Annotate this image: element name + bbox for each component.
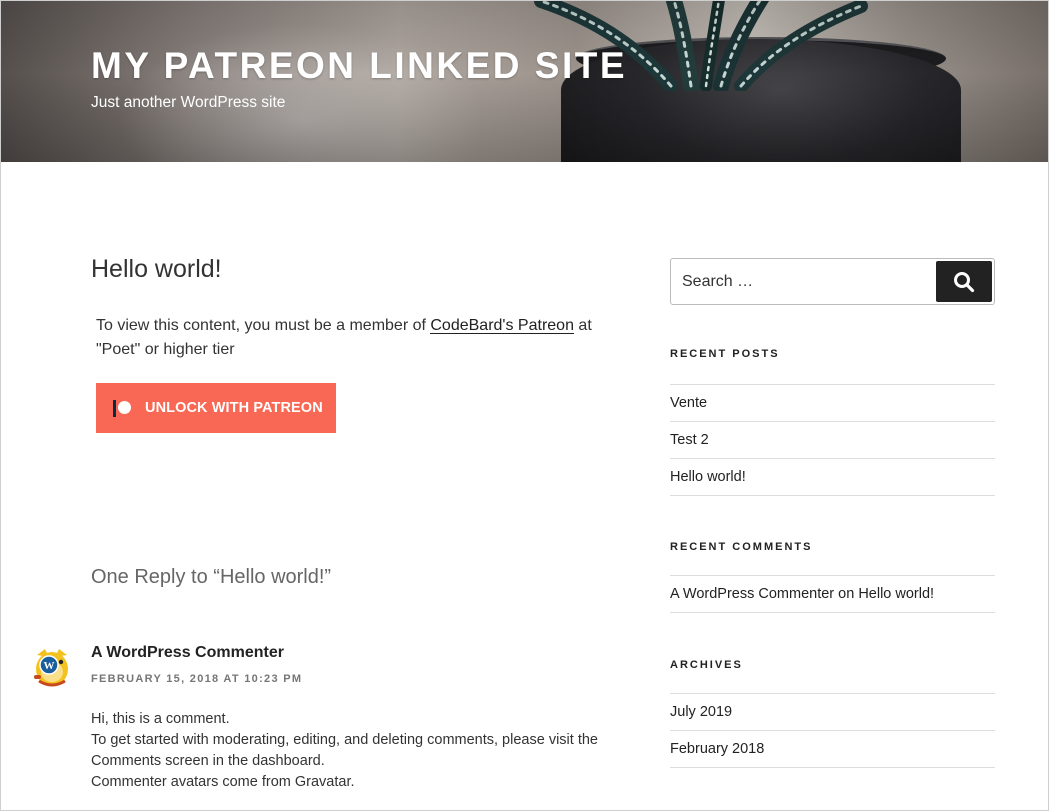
recent-comments-title: RECENT COMMENTS <box>670 541 813 553</box>
recent-post-item: Hello world! <box>670 458 995 496</box>
recent-post-item: Vente <box>670 384 995 421</box>
recent-comment-post-link[interactable]: Hello world! <box>858 586 934 602</box>
recent-post-link[interactable]: Test 2 <box>670 432 709 448</box>
unlock-button-label: UNLOCK WITH PATREON <box>145 400 323 416</box>
search-form <box>670 258 995 305</box>
archive-link[interactable]: July 2019 <box>670 704 732 720</box>
wapuu-avatar-icon: W <box>34 649 68 687</box>
search-input[interactable] <box>671 259 933 304</box>
archive-link[interactable]: February 2018 <box>670 741 764 757</box>
search-submit-button[interactable] <box>936 261 992 302</box>
search-icon <box>954 271 975 292</box>
archives-title: ARCHIVES <box>670 659 743 671</box>
recent-comment-on-text: on <box>834 586 859 602</box>
recent-post-item: Test 2 <box>670 421 995 458</box>
post-title: Hello world! <box>91 255 222 283</box>
comment-line: Hi, this is a comment. <box>91 711 230 727</box>
comment-line: Commenter avatars come from Gravatar. <box>91 774 355 790</box>
svg-text:W: W <box>44 660 55 672</box>
comment-line: To get started with moderating, editing,… <box>91 732 598 769</box>
archive-item: July 2019 <box>670 693 995 730</box>
recent-comment-item: A WordPress Commenter on Hello world! <box>670 575 995 613</box>
locked-message-prefix: To view this content, you must be a memb… <box>96 317 431 334</box>
archives-widget: ARCHIVES July 2019 February 2018 <box>670 659 995 768</box>
recent-posts-list: Vente Test 2 Hello world! <box>670 384 995 496</box>
patreon-creator-link[interactable]: CodeBard's Patreon <box>430 317 574 334</box>
archives-list: July 2019 February 2018 <box>670 693 995 768</box>
comment-date-link[interactable]: FEBRUARY 15, 2018 AT 10:23 PM <box>91 673 302 685</box>
site-header: MY PATREON LINKED SITE Just another Word… <box>1 1 1048 162</box>
recent-comments-widget: RECENT COMMENTS A WordPress Commenter on… <box>670 541 995 613</box>
recent-comment-author-link[interactable]: A WordPress Commenter <box>670 586 834 602</box>
recent-posts-title: RECENT POSTS <box>670 348 780 360</box>
sidebar: RECENT POSTS Vente Test 2 Hello world! R… <box>670 258 995 768</box>
patreon-logo-icon <box>111 399 133 417</box>
comments-heading: One Reply to “Hello world!” <box>91 566 332 588</box>
site-description: Just another WordPress site <box>91 94 286 111</box>
site-title[interactable]: MY PATREON LINKED SITE <box>91 45 627 87</box>
browser-viewport: MY PATREON LINKED SITE Just another Word… <box>0 0 1049 811</box>
recent-post-link[interactable]: Hello world! <box>670 469 746 485</box>
patreon-locked-message: To view this content, you must be a memb… <box>96 314 631 362</box>
archive-item: February 2018 <box>670 730 995 768</box>
comment-body: Hi, this is a comment. To get started wi… <box>91 709 631 793</box>
recent-post-link[interactable]: Vente <box>670 395 707 411</box>
recent-comments-list: A WordPress Commenter on Hello world! <box>670 575 995 613</box>
unlock-with-patreon-button[interactable]: UNLOCK WITH PATREON <box>96 383 336 433</box>
recent-posts-widget: RECENT POSTS Vente Test 2 Hello world! <box>670 348 995 496</box>
comment-author-name[interactable]: A WordPress Commenter <box>91 644 284 662</box>
